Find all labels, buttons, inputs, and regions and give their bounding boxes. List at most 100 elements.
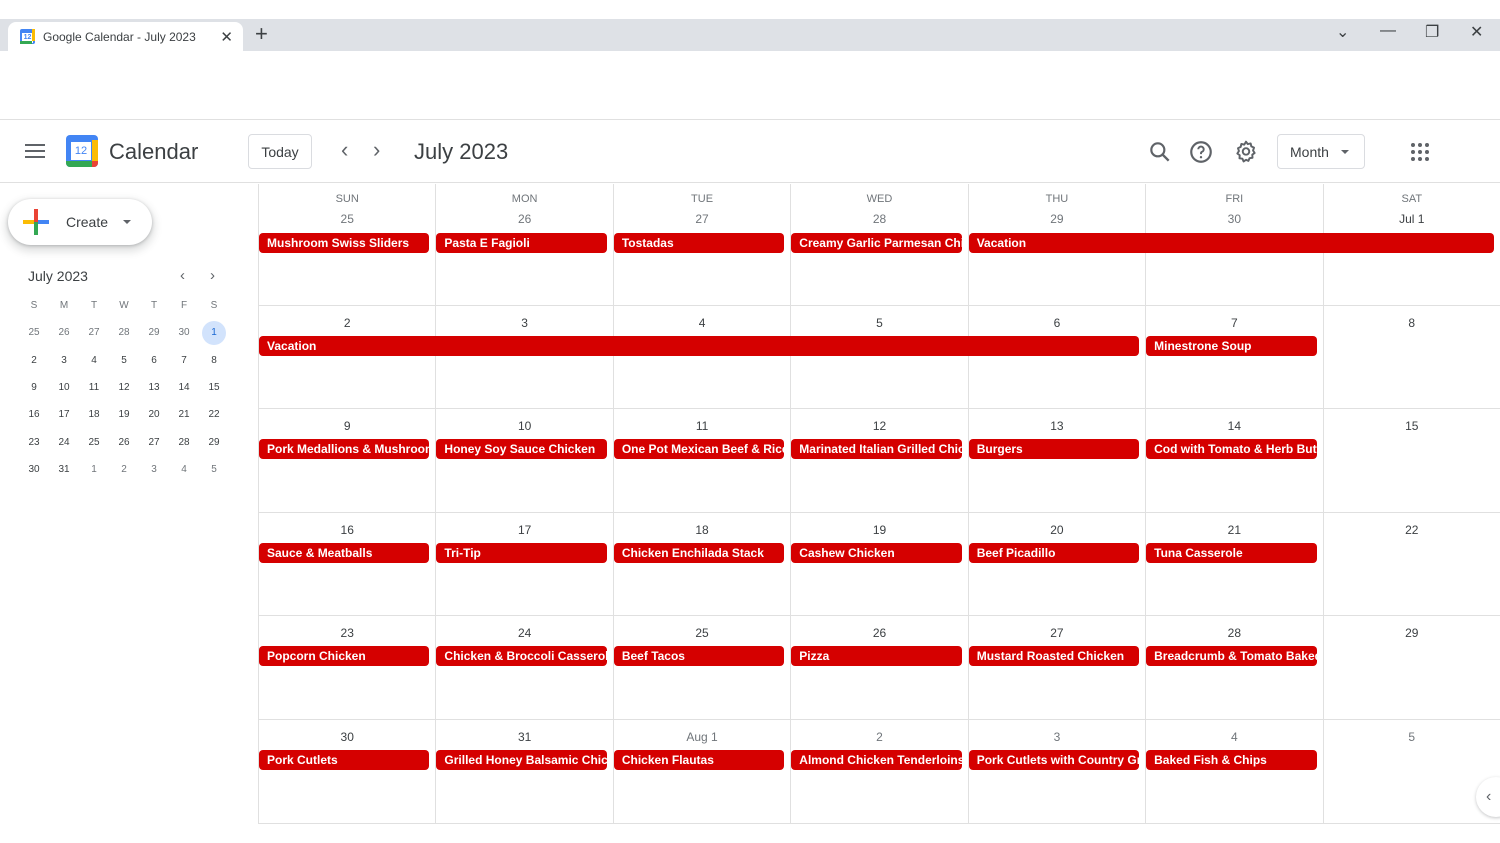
calendar-event[interactable]: Creamy Garlic Parmesan Chicken xyxy=(791,233,962,253)
day-cell[interactable]: 27 xyxy=(967,616,1145,719)
day-number[interactable]: 4 xyxy=(614,316,790,330)
mini-calendar-day[interactable]: 5 xyxy=(109,355,139,366)
day-cell[interactable]: 5 xyxy=(790,306,967,408)
mini-calendar-day[interactable]: 1 xyxy=(79,464,109,475)
mini-calendar-day[interactable]: 11 xyxy=(79,382,109,393)
day-cell[interactable]: 22 xyxy=(1322,513,1500,615)
calendar-event[interactable]: Sauce & Meatballs xyxy=(259,543,430,563)
calendar-event[interactable]: One Pot Mexican Beef & Rice xyxy=(613,439,785,459)
day-cell[interactable]: 13 xyxy=(967,409,1145,512)
mini-calendar-day[interactable]: 30 xyxy=(19,464,49,475)
calendar-event[interactable]: Pizza xyxy=(791,646,962,666)
day-number[interactable]: 29 xyxy=(969,212,1145,226)
day-number[interactable]: 5 xyxy=(791,316,967,330)
mini-calendar-day[interactable]: 17 xyxy=(49,409,79,420)
mini-calendar-day-selected[interactable]: 1 xyxy=(199,320,229,345)
calendar-event[interactable]: Pork Cutlets xyxy=(259,750,430,770)
help-icon[interactable] xyxy=(1188,139,1214,165)
mini-calendar-day[interactable]: 26 xyxy=(49,327,79,338)
day-cell[interactable]: 8 xyxy=(1322,306,1500,408)
tab-close-icon[interactable]: ✕ xyxy=(220,28,233,46)
day-number[interactable]: 12 xyxy=(791,419,967,433)
calendar-event[interactable]: Grilled Honey Balsamic Chicken xyxy=(436,750,607,770)
mini-calendar-day[interactable]: 4 xyxy=(169,464,199,475)
mini-calendar-day[interactable]: 5 xyxy=(199,464,229,475)
minimize-icon[interactable]: — xyxy=(1380,22,1396,40)
day-cell[interactable]: 15 xyxy=(1322,409,1500,512)
day-cell[interactable]: 29 xyxy=(1322,616,1500,719)
calendar-event[interactable]: Pork Medallions & Mushroom xyxy=(259,439,430,459)
calendar-event[interactable]: Chicken Flautas xyxy=(613,750,785,770)
restore-icon[interactable]: ❐ xyxy=(1425,22,1439,42)
day-number[interactable]: 26 xyxy=(791,626,967,640)
day-cell[interactable]: 28 xyxy=(1145,616,1322,719)
day-number[interactable]: 2 xyxy=(791,730,967,744)
previous-month-button[interactable]: ‹ xyxy=(341,139,348,161)
day-cell[interactable]: 2 xyxy=(258,306,435,408)
day-number[interactable]: 31 xyxy=(436,730,612,744)
mini-calendar-prev-button[interactable]: ‹ xyxy=(180,267,185,284)
day-number[interactable]: 7 xyxy=(1146,316,1322,330)
day-number[interactable]: 9 xyxy=(259,419,435,433)
day-number[interactable]: Jul 1 xyxy=(1324,212,1500,226)
mini-calendar-day[interactable]: 3 xyxy=(49,355,79,366)
day-number[interactable]: 25 xyxy=(259,212,435,226)
calendar-event[interactable]: Baked Fish & Chips xyxy=(1146,750,1317,770)
day-cell[interactable]: 12 xyxy=(790,409,967,512)
mini-calendar-day[interactable]: 4 xyxy=(79,355,109,366)
day-number[interactable]: 10 xyxy=(436,419,612,433)
calendar-logo-icon[interactable]: 12 xyxy=(66,135,98,167)
calendar-event[interactable]: Mushroom Swiss Sliders xyxy=(259,233,430,253)
mini-calendar-day[interactable]: 14 xyxy=(169,382,199,393)
mini-calendar-day[interactable]: 3 xyxy=(139,464,169,475)
day-cell[interactable]: 3 xyxy=(435,306,612,408)
day-number[interactable]: 5 xyxy=(1324,730,1500,744)
mini-calendar-day[interactable]: 22 xyxy=(199,409,229,420)
day-number[interactable]: 29 xyxy=(1324,626,1500,640)
day-cell[interactable]: 17 xyxy=(435,513,612,615)
mini-calendar-day[interactable]: 13 xyxy=(139,382,169,393)
day-cell[interactable]: 25 xyxy=(612,616,790,719)
mini-calendar-day[interactable]: 31 xyxy=(49,464,79,475)
create-button[interactable]: Create xyxy=(8,199,152,245)
mini-calendar-day[interactable]: 24 xyxy=(49,437,79,448)
calendar-event[interactable]: Pasta E Fagioli xyxy=(436,233,607,253)
day-cell[interactable]: 7 xyxy=(1145,306,1322,408)
google-apps-icon[interactable] xyxy=(1411,143,1429,161)
day-number[interactable]: 14 xyxy=(1146,419,1322,433)
day-number[interactable]: 3 xyxy=(436,316,612,330)
day-number[interactable]: 28 xyxy=(1146,626,1322,640)
mini-calendar-day[interactable]: 28 xyxy=(169,437,199,448)
day-number[interactable]: 25 xyxy=(614,626,790,640)
calendar-event[interactable]: Almond Chicken Tenderloins xyxy=(791,750,962,770)
calendar-event[interactable]: Burgers xyxy=(968,439,1140,459)
day-number[interactable]: 16 xyxy=(259,523,435,537)
mini-calendar-day[interactable]: 7 xyxy=(169,355,199,366)
day-cell[interactable]: 9 xyxy=(258,409,435,512)
day-number[interactable]: 18 xyxy=(614,523,790,537)
calendar-event[interactable]: Vacation xyxy=(259,336,1140,356)
mini-calendar-day[interactable]: 27 xyxy=(79,327,109,338)
day-cell[interactable]: 18 xyxy=(612,513,790,615)
day-cell[interactable]: 4 xyxy=(612,306,790,408)
mini-calendar-day[interactable]: 8 xyxy=(199,355,229,366)
day-number[interactable]: 23 xyxy=(259,626,435,640)
calendar-event[interactable]: Tri-Tip xyxy=(436,543,607,563)
day-cell[interactable]: 10 xyxy=(435,409,612,512)
day-cell[interactable]: 11 xyxy=(612,409,790,512)
day-number[interactable]: 30 xyxy=(259,730,435,744)
mini-calendar-day[interactable]: 27 xyxy=(139,437,169,448)
day-cell[interactable]: Aug 1 xyxy=(612,720,790,823)
day-number[interactable]: 27 xyxy=(614,212,790,226)
window-close-icon[interactable]: ✕ xyxy=(1470,22,1483,42)
calendar-event[interactable]: Cod with Tomato & Herb Butter xyxy=(1146,439,1317,459)
calendar-event[interactable]: Honey Soy Sauce Chicken xyxy=(436,439,607,459)
day-cell[interactable]: 16 xyxy=(258,513,435,615)
mini-calendar-day[interactable]: 15 xyxy=(199,382,229,393)
day-cell[interactable]: 3 xyxy=(967,720,1145,823)
day-number[interactable]: 19 xyxy=(791,523,967,537)
day-cell[interactable]: 23 xyxy=(258,616,435,719)
mini-calendar-day[interactable]: 6 xyxy=(139,355,169,366)
calendar-event[interactable]: Popcorn Chicken xyxy=(259,646,430,666)
mini-calendar-day[interactable]: 9 xyxy=(19,382,49,393)
